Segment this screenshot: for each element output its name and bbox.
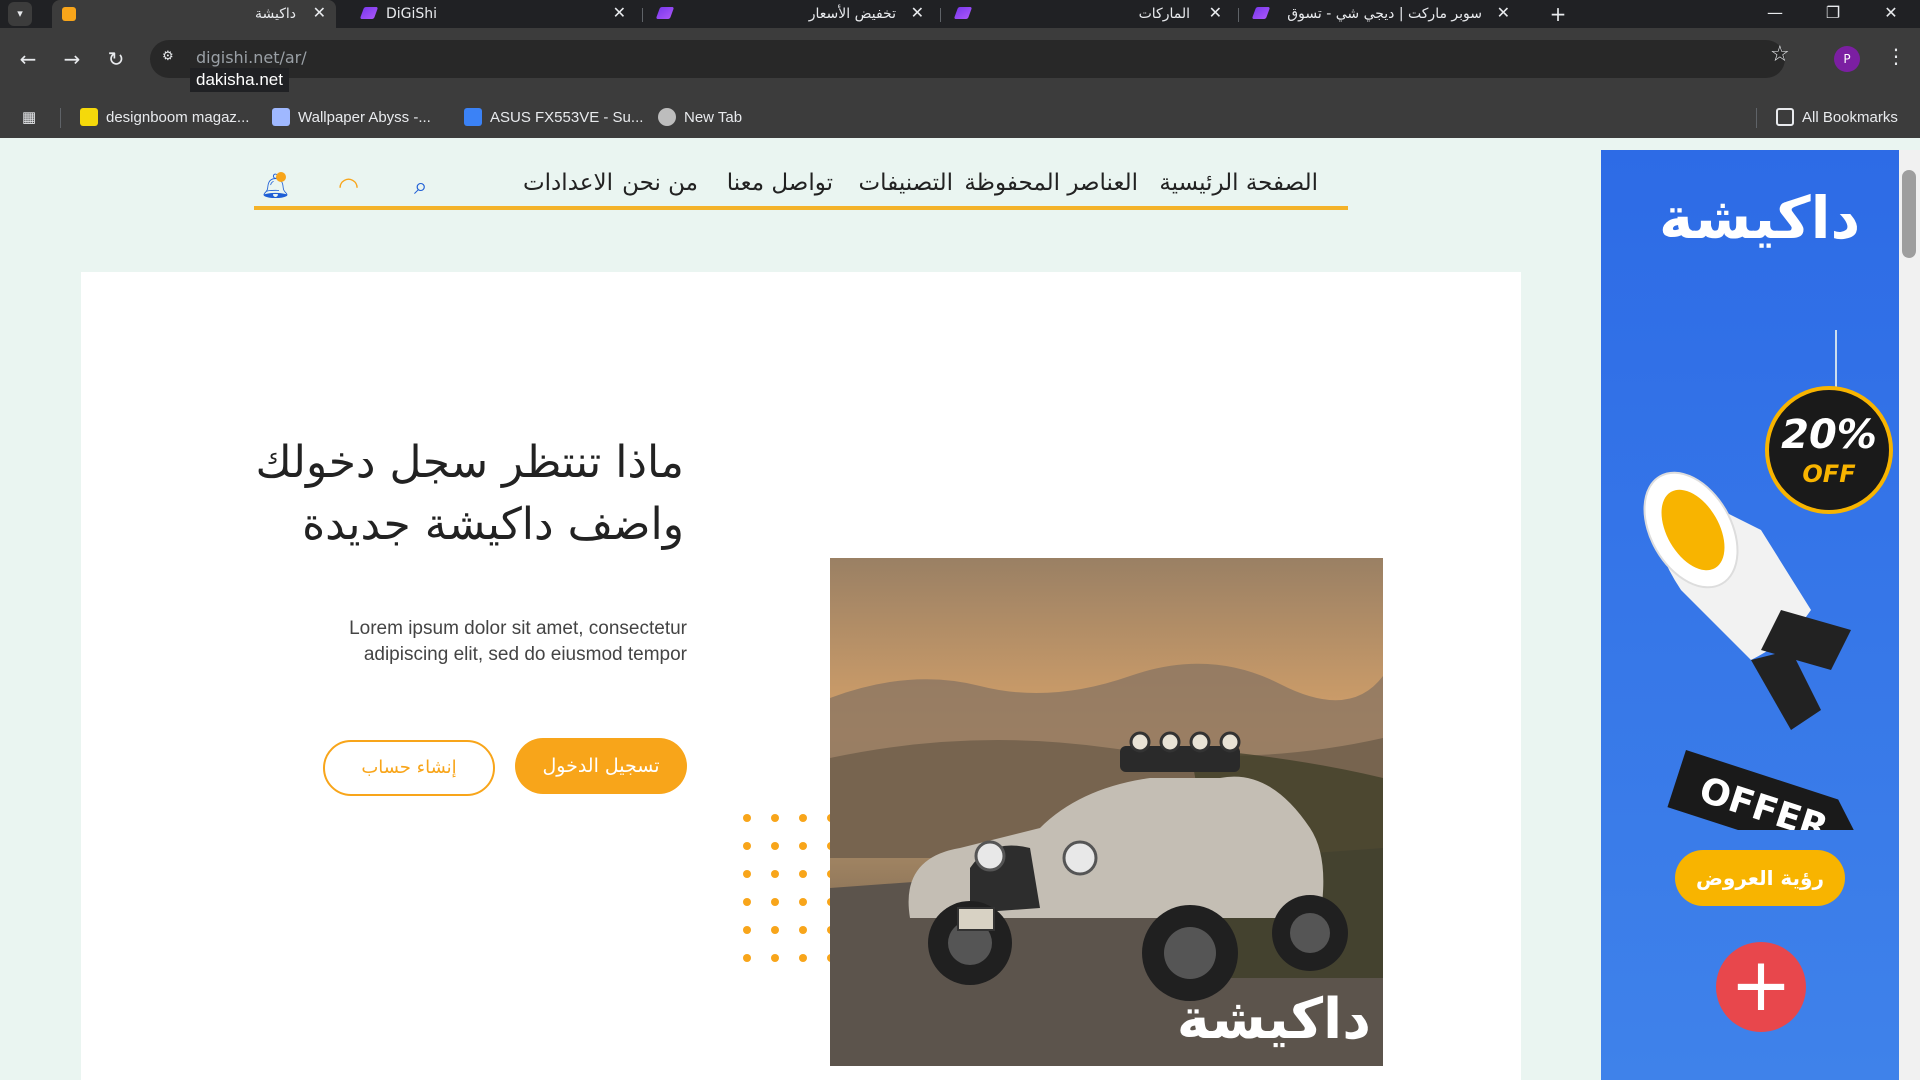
hero-description: Lorem ipsum dolor sit amet, consectetur … bbox=[267, 616, 687, 668]
bookmark-divider bbox=[1756, 108, 1757, 128]
notification-dot bbox=[276, 172, 286, 182]
tab-discounts[interactable]: تخفيض الأسعار ✕ bbox=[648, 0, 938, 28]
tab-separator bbox=[642, 8, 643, 22]
hero-title-line: ماذا تنتظر سجل دخولك bbox=[255, 437, 684, 488]
plus-icon[interactable]: + bbox=[1716, 942, 1806, 1032]
tab-title: داكيشة bbox=[254, 6, 296, 22]
scrollbar-thumb[interactable] bbox=[1902, 170, 1916, 258]
login-button[interactable]: تسجيل الدخول bbox=[515, 738, 687, 794]
tab-close-icon[interactable]: ✕ bbox=[1209, 3, 1222, 22]
tab-close-icon[interactable]: ✕ bbox=[1497, 3, 1510, 22]
tab-close-icon[interactable]: ✕ bbox=[911, 3, 924, 22]
wallpaper-abyss-icon bbox=[272, 108, 290, 126]
search-icon[interactable]: ⌕ bbox=[414, 172, 427, 200]
browser-toolbar: ← → ↻ ⚙ digishi.net/ar/ dakisha.net ☆ P … bbox=[0, 28, 1920, 106]
bookmark-divider bbox=[60, 108, 61, 128]
bookmark-wallpaper-abyss[interactable]: Wallpaper Abyss -... bbox=[272, 108, 431, 126]
image-watermark-logo: داكيشة bbox=[1176, 987, 1371, 1052]
nav-categories[interactable]: التصنيفات bbox=[859, 170, 953, 196]
address-bar[interactable]: ⚙ digishi.net/ar/ bbox=[150, 40, 1785, 78]
tab-favicon-icon bbox=[1251, 7, 1271, 19]
url-tooltip: dakisha.net bbox=[190, 68, 289, 92]
nav-settings[interactable]: الاعدادات bbox=[523, 170, 613, 196]
new-tab-button[interactable]: + bbox=[1540, 0, 1576, 28]
hero-card: ماذا تنتظر سجل دخولك واضف داكيشة جديدة L… bbox=[81, 272, 1521, 1080]
all-bookmarks-label: All Bookmarks bbox=[1802, 109, 1898, 126]
ad-banner[interactable]: داكيشة 20% OFF OFFER رؤية العروض + bbox=[1601, 150, 1899, 1080]
bookmarks-bar: ▦ designboom magaz... Wallpaper Abyss -.… bbox=[0, 98, 1920, 138]
hero-text-line: adipiscing elit, sed do eiusmod tempor bbox=[363, 644, 687, 665]
bookmark-label: New Tab bbox=[684, 109, 743, 126]
hero-title: ماذا تنتظر سجل دخولك واضف داكيشة جديدة bbox=[164, 432, 684, 556]
tab-favicon-icon bbox=[953, 7, 973, 19]
nav-contact[interactable]: تواصل معنا bbox=[727, 170, 833, 196]
tab-search-button[interactable]: ▾ bbox=[8, 2, 32, 26]
nav-about[interactable]: من نحن bbox=[622, 170, 698, 196]
tab-close-icon[interactable]: ✕ bbox=[613, 3, 626, 22]
url-text[interactable]: digishi.net/ar/ bbox=[196, 48, 307, 67]
bookmark-asus[interactable]: ASUS FX553VE - Su... bbox=[464, 108, 643, 126]
tab-title: سوبر ماركت | ديجي شي - تسوق bbox=[1287, 6, 1482, 22]
web-page: الصفحة الرئيسية العناصر المحفوظة التصنيف… bbox=[0, 138, 1920, 1080]
hero-title-line: واضف داكيشة جديدة bbox=[302, 499, 684, 550]
folder-icon bbox=[1776, 108, 1794, 126]
tab-title: تخفيض الأسعار bbox=[808, 6, 896, 22]
bookmark-label: ASUS FX553VE - Su... bbox=[490, 109, 644, 126]
tab-favicon-icon bbox=[655, 7, 675, 19]
forward-arrow-icon[interactable]: → bbox=[56, 43, 88, 75]
main-nav: الصفحة الرئيسية العناصر المحفوظة التصنيف… bbox=[254, 164, 1348, 210]
megaphone-illustration: 20% OFF OFFER bbox=[1643, 330, 1893, 830]
tab-separator bbox=[1238, 8, 1239, 22]
tab-title: الماركات bbox=[1138, 6, 1190, 22]
tab-digishi[interactable]: DiGiShi ✕ bbox=[352, 0, 640, 28]
ad-logo: داكيشة bbox=[1659, 184, 1861, 252]
asus-icon bbox=[464, 108, 482, 126]
bookmark-label: Wallpaper Abyss -... bbox=[298, 109, 431, 126]
tab-brands[interactable]: الماركات ✕ bbox=[946, 0, 1236, 28]
site-info-icon[interactable]: ⚙ bbox=[162, 49, 182, 69]
user-icon[interactable]: ◠ bbox=[338, 172, 359, 200]
bookmark-label: designboom magaz... bbox=[106, 109, 250, 126]
minimize-button[interactable]: — bbox=[1752, 0, 1798, 28]
hero-car-image: داكيشة bbox=[830, 558, 1383, 1066]
tab-favicon-icon bbox=[62, 7, 76, 21]
tab-close-icon[interactable]: ✕ bbox=[313, 3, 326, 22]
all-bookmarks[interactable]: All Bookmarks bbox=[1776, 108, 1898, 126]
discount-badge-text: 20% bbox=[1781, 412, 1877, 458]
apps-grid-icon[interactable]: ▦ bbox=[22, 108, 36, 126]
bookmark-designboom[interactable]: designboom magaz... bbox=[80, 108, 249, 126]
hero-text-line: Lorem ipsum dolor sit amet, consectetur bbox=[349, 618, 687, 639]
page-scrollbar[interactable] bbox=[1899, 150, 1920, 1080]
reload-icon[interactable]: ↻ bbox=[100, 43, 132, 75]
back-arrow-icon[interactable]: ← bbox=[12, 43, 44, 75]
nav-home[interactable]: الصفحة الرئيسية bbox=[1159, 170, 1318, 196]
register-button[interactable]: إنشاء حساب bbox=[323, 740, 495, 796]
bookmark-star-icon[interactable]: ☆ bbox=[1770, 42, 1790, 67]
discount-badge-subtext: OFF bbox=[1802, 460, 1856, 488]
designboom-icon bbox=[80, 108, 98, 126]
nav-saved[interactable]: العناصر المحفوظة bbox=[964, 170, 1138, 196]
tab-dakisha[interactable]: داكيشة ✕ bbox=[52, 0, 336, 28]
tab-supermarket[interactable]: سوبر ماركت | ديجي شي - تسوق ✕ bbox=[1244, 0, 1524, 28]
tab-title: DiGiShi bbox=[386, 6, 438, 22]
globe-icon bbox=[658, 108, 676, 126]
profile-avatar[interactable]: P bbox=[1834, 46, 1860, 72]
view-offers-button[interactable]: رؤية العروض bbox=[1675, 850, 1845, 906]
more-menu-icon[interactable]: ⋮ bbox=[1886, 44, 1906, 68]
restore-button[interactable]: ❐ bbox=[1810, 0, 1856, 28]
tab-favicon-icon bbox=[359, 7, 379, 19]
tab-strip: ▾ داكيشة ✕ DiGiShi ✕ تخفيض الأسعار ✕ الم… bbox=[0, 0, 1920, 28]
tab-separator bbox=[940, 8, 941, 22]
bookmark-new-tab[interactable]: New Tab bbox=[658, 108, 742, 126]
close-window-button[interactable]: ✕ bbox=[1868, 0, 1914, 28]
